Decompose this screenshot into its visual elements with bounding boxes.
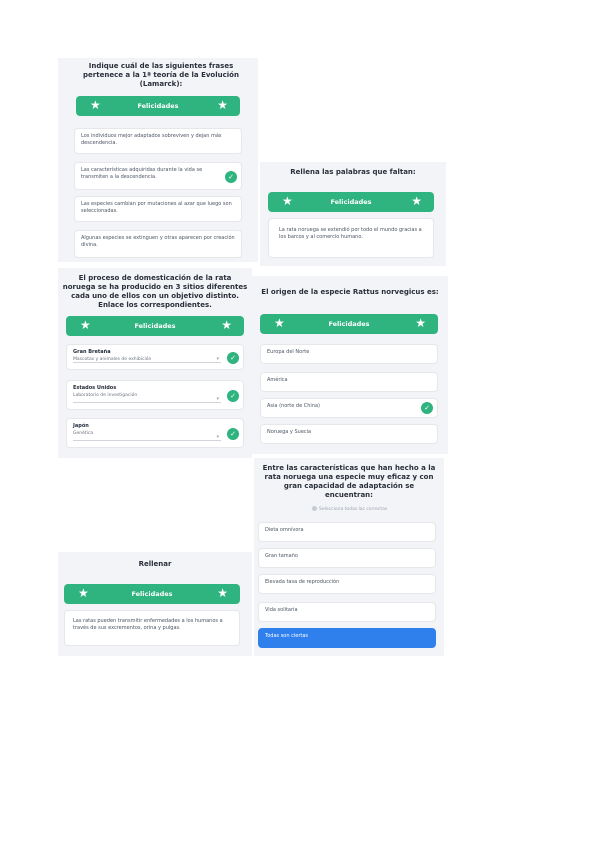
question-text: Entre las características que han hecho … [262, 464, 436, 499]
answer-option-correct[interactable]: Asia (norte de China) ✓ [260, 398, 438, 418]
option-text: Noruega y Suecia [267, 429, 312, 435]
select-underline [73, 362, 221, 363]
match-label: Gran Bretaña [73, 349, 111, 355]
info-icon [312, 506, 317, 511]
option-text: Las especies cambian por mutaciones al a… [81, 201, 232, 214]
fill-text: La rata noruega se extendió por todo el … [279, 227, 422, 240]
match-item[interactable]: Japón Genética ▾ ✓ [66, 418, 244, 448]
answer-option[interactable]: Vida solitaria [258, 602, 436, 622]
success-banner: ★ Felicidades ★ [66, 316, 244, 336]
check-icon: ✓ [421, 402, 433, 414]
select-underline [73, 440, 221, 441]
match-item[interactable]: Estados Unidos Laboratorio de investigac… [66, 380, 244, 410]
answer-option[interactable]: Los individuos mejor adaptados sobrevive… [74, 128, 242, 154]
banner-label: Felicidades [131, 590, 173, 598]
chevron-down-icon[interactable]: ▾ [216, 434, 219, 441]
star-icon: ★ [217, 586, 228, 600]
chevron-down-icon[interactable]: ▾ [216, 396, 219, 403]
question-panel-2: Rellena las palabras que faltan: ★ Felic… [260, 162, 446, 266]
check-icon: ✓ [225, 171, 237, 183]
star-icon: ★ [90, 98, 101, 112]
option-text: Los individuos mejor adaptados sobrevive… [81, 133, 222, 146]
check-icon: ✓ [227, 428, 239, 440]
question-text: Rellena las palabras que faltan: [290, 168, 416, 176]
question-panel-6: Rellenar ★ Felicidades ★ Las ratas puede… [58, 552, 252, 656]
option-text: Las características adquiridas durante l… [81, 167, 203, 180]
select-underline [73, 402, 221, 403]
star-icon: ★ [282, 194, 293, 208]
star-icon: ★ [80, 318, 91, 332]
question-text: Rellenar [138, 560, 172, 568]
answer-option[interactable]: América [260, 372, 438, 392]
fill-text-card[interactable]: Las ratas pueden transmitir enfermedades… [64, 610, 240, 646]
banner-label: Felicidades [328, 320, 370, 328]
match-label: Estados Unidos [73, 385, 117, 391]
star-icon: ★ [274, 316, 285, 330]
option-text: Europa del Norte [267, 349, 310, 355]
star-icon: ★ [411, 194, 422, 208]
check-icon: ✓ [227, 352, 239, 364]
answer-option[interactable]: Elevada tasa de reproducción [258, 574, 436, 594]
question-panel-4: El origen de la especie Rattus norvegicu… [252, 276, 448, 454]
selection-hint: Selecciona todas las correctas [312, 506, 387, 512]
success-banner: ★ Felicidades ★ [260, 314, 438, 334]
answer-option[interactable]: Noruega y Suecia [260, 424, 438, 444]
option-text: Elevada tasa de reproducción [265, 579, 340, 585]
answer-option[interactable]: Las especies cambian por mutaciones al a… [74, 196, 242, 222]
banner-label: Felicidades [137, 102, 179, 110]
option-text: Dieta omnívora [265, 527, 304, 533]
match-label: Japón [73, 423, 89, 429]
match-select[interactable]: Laboratorio de investigación [73, 392, 237, 399]
match-item[interactable]: Gran Bretaña Mascotas y animales de exhi… [66, 344, 244, 370]
option-text: Vida solitaria [265, 607, 298, 613]
option-text: América [267, 377, 288, 383]
answer-option-selected[interactable]: Todas son ciertas [258, 628, 436, 648]
fill-text: Las ratas pueden transmitir enfermedades… [73, 618, 223, 631]
check-icon: ✓ [227, 390, 239, 402]
answer-option[interactable]: Europa del Norte [260, 344, 438, 364]
fill-text-card[interactable]: La rata noruega se extendió por todo el … [268, 218, 434, 258]
option-text: Algunas especies se extinguen y otras ap… [81, 235, 235, 248]
question-panel-3: El proceso de domesticación de la rata n… [58, 268, 252, 458]
banner-label: Felicidades [330, 198, 372, 206]
question-text: El proceso de domesticación de la rata n… [62, 274, 248, 309]
answer-option[interactable]: Dieta omnívora [258, 522, 436, 542]
answer-option[interactable]: Algunas especies se extinguen y otras ap… [74, 230, 242, 258]
star-icon: ★ [415, 316, 426, 330]
option-text: Asia (norte de China) [267, 403, 321, 409]
star-icon: ★ [78, 586, 89, 600]
success-banner: ★ Felicidades ★ [76, 96, 240, 116]
question-text: El origen de la especie Rattus norvegicu… [261, 288, 439, 296]
success-banner: ★ Felicidades ★ [268, 192, 434, 212]
answer-option-correct[interactable]: Las características adquiridas durante l… [74, 162, 242, 190]
match-select[interactable]: Genética [73, 430, 237, 437]
banner-label: Felicidades [134, 322, 176, 330]
option-text: Todas son ciertas [265, 633, 309, 639]
answer-option[interactable]: Gran tamaño [258, 548, 436, 568]
question-text: Indique cuál de las siguientes frases pe… [83, 62, 239, 88]
question-panel-5: Entre las características que han hecho … [254, 458, 444, 656]
option-text: Gran tamaño [265, 553, 298, 559]
star-icon: ★ [221, 318, 232, 332]
chevron-down-icon[interactable]: ▾ [216, 356, 219, 363]
star-icon: ★ [217, 98, 228, 112]
question-panel-1: Indique cuál de las siguientes frases pe… [58, 58, 258, 262]
success-banner: ★ Felicidades ★ [64, 584, 240, 604]
